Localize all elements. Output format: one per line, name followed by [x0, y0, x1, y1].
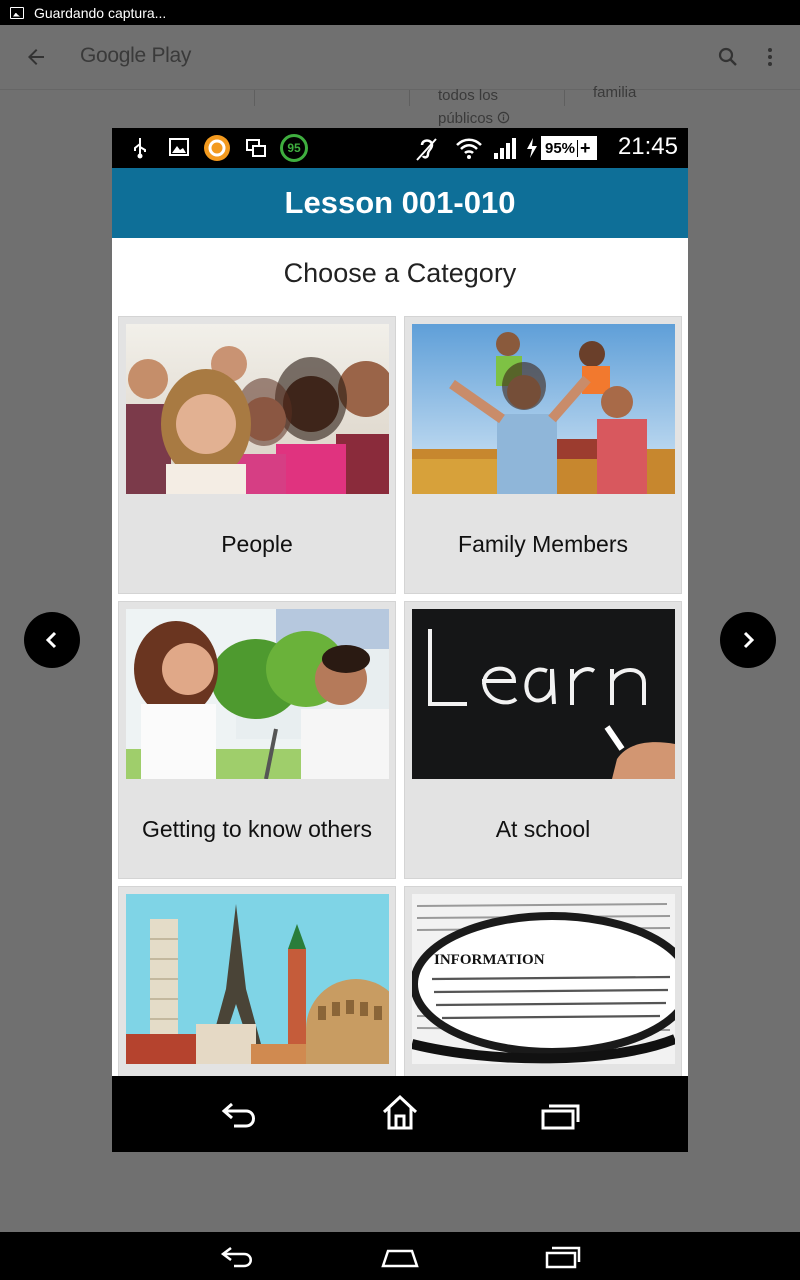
phone-clock: 21:45: [617, 133, 678, 160]
lesson-header: Lesson 001-010: [112, 168, 688, 238]
battery-indicator: 95% +: [541, 136, 597, 160]
play-toolbar: Google Play: [0, 25, 800, 90]
screenshot-saving-text: Guardando captura...: [34, 4, 167, 21]
home-icon[interactable]: [380, 1246, 420, 1268]
usb-icon: [134, 138, 146, 159]
chevron-left-icon: [45, 631, 57, 649]
category-label: Getting to know others: [141, 816, 373, 842]
category-card-getting-to-know-others[interactable]: Getting to know others: [118, 601, 396, 879]
back-icon[interactable]: [220, 1244, 256, 1268]
wifi-icon: [456, 138, 482, 159]
category-label: At school: [495, 816, 591, 842]
divider: [409, 90, 410, 106]
divider: [564, 90, 565, 106]
system-status-bar: Guardando captura...: [0, 0, 800, 25]
charging-icon: [527, 138, 537, 158]
people-photo: [126, 324, 389, 494]
recents-icon[interactable]: [540, 1101, 580, 1131]
phone-status-bar: 95 95% + 21:45: [112, 128, 688, 168]
image-icon: [169, 138, 189, 156]
chevron-right-icon: [743, 631, 755, 649]
lesson-title: Lesson 001-010: [284, 185, 516, 220]
recents-icon[interactable]: [544, 1244, 582, 1270]
category-label: People: [221, 531, 293, 557]
more-options-icon[interactable]: [760, 45, 780, 69]
back-arrow-icon[interactable]: [24, 45, 48, 69]
next-screenshot-button[interactable]: [720, 612, 776, 668]
category-label: Family Members: [458, 531, 628, 557]
home-icon[interactable]: [380, 1094, 420, 1130]
notification-badge: 95: [280, 134, 308, 162]
hearing-icon: [416, 138, 437, 161]
system-navigation-bar: [0, 1232, 800, 1280]
divider: [254, 90, 255, 106]
search-icon[interactable]: [716, 45, 740, 69]
svg-text:INFORMATION: INFORMATION: [434, 952, 545, 968]
info-icon[interactable]: [497, 111, 510, 124]
rating-text: todos los públicos: [438, 84, 510, 130]
screens-icon: [246, 139, 266, 157]
previous-screenshot-button[interactable]: [24, 612, 80, 668]
landmarks-photo: [126, 894, 389, 1064]
app-notification-icon: [204, 135, 230, 161]
category-text: familia: [593, 84, 637, 101]
back-icon[interactable]: [220, 1100, 260, 1130]
signal-icon: [494, 138, 516, 159]
chalkboard-photo: [412, 609, 675, 779]
app-screenshot: 95 95% + 21:45 Lesson 001-010 Choose a C…: [112, 128, 688, 1152]
category-card-people[interactable]: People: [118, 316, 396, 594]
conversation-photo: [126, 609, 389, 779]
phone-navigation-bar: [112, 1076, 688, 1152]
choose-category-heading: Choose a Category: [283, 258, 517, 288]
image-icon: [10, 6, 24, 19]
app-title: Google Play: [80, 44, 192, 67]
information-photo: INFORMATION: [412, 894, 675, 1064]
category-card-family-members[interactable]: Family Members: [404, 316, 682, 594]
family-photo: [412, 324, 675, 494]
category-card-at-school[interactable]: At school: [404, 601, 682, 879]
